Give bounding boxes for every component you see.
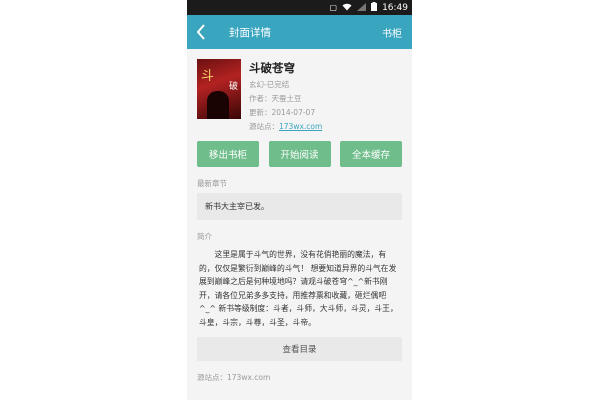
intro-label: 简介	[197, 232, 212, 241]
action-buttons: 移出书柜 开始阅读 全本缓存	[197, 141, 402, 167]
page-title: 封面详情	[229, 26, 271, 39]
phone-screen: ▢ 16:49 封面详情 书柜 斗 破 斗破苍穹 玄幻-已完结 作者：天蚕土豆 …	[187, 0, 412, 400]
book-author: 作者：天蚕土豆	[249, 94, 302, 103]
book-category: 玄幻-已完结	[249, 80, 290, 89]
cover-title-side: 破	[228, 82, 238, 92]
book-updated: 更新：2014-07-07	[249, 108, 316, 117]
book-source: 源站点：173wx.com	[249, 121, 322, 132]
status-time: 16:49	[382, 2, 408, 13]
book-info: 斗 破 斗破苍穹 玄幻-已完结 作者：天蚕土豆 更新：2014-07-07 源站…	[197, 59, 402, 132]
status-bar: ▢ 16:49	[187, 0, 412, 15]
battery-icon	[371, 2, 378, 13]
chevron-left-icon	[196, 24, 205, 40]
book-name: 斗破苍穹	[249, 61, 295, 75]
latest-chapter-item[interactable]: 新书大主宰已发。	[197, 193, 402, 220]
latest-chapter-label: 最新章节	[197, 179, 227, 188]
bookshelf-link[interactable]: 书柜	[382, 25, 402, 40]
app-bar: 封面详情 书柜	[187, 15, 412, 49]
no-sim-icon: ▢	[329, 2, 338, 12]
intro-text: 这里是属于斗气的世界，没有花俏艳丽的魔法，有的，仅仅是繁衍到巅峰的斗气！ 想要知…	[199, 250, 398, 327]
signal-icon	[357, 2, 367, 13]
book-cover: 斗 破	[197, 59, 241, 119]
footer-source: 源站点：173wx.com	[197, 373, 271, 382]
source-label: 源站点：	[249, 122, 279, 131]
cover-figure	[207, 91, 229, 119]
remove-from-shelf-button[interactable]: 移出书柜	[197, 141, 259, 167]
cache-all-button[interactable]: 全本缓存	[340, 141, 402, 167]
start-reading-button[interactable]: 开始阅读	[268, 141, 331, 167]
view-toc-button[interactable]: 查看目录	[197, 337, 402, 361]
back-button[interactable]	[187, 15, 215, 49]
book-meta: 斗破苍穹 玄幻-已完结 作者：天蚕土豆 更新：2014-07-07 源站点：17…	[249, 59, 322, 132]
source-link[interactable]: 173wx.com	[279, 122, 322, 131]
wifi-icon	[342, 3, 352, 13]
content: 斗 破 斗破苍穹 玄幻-已完结 作者：天蚕土豆 更新：2014-07-07 源站…	[187, 49, 412, 383]
cover-title-main: 斗	[201, 69, 215, 84]
